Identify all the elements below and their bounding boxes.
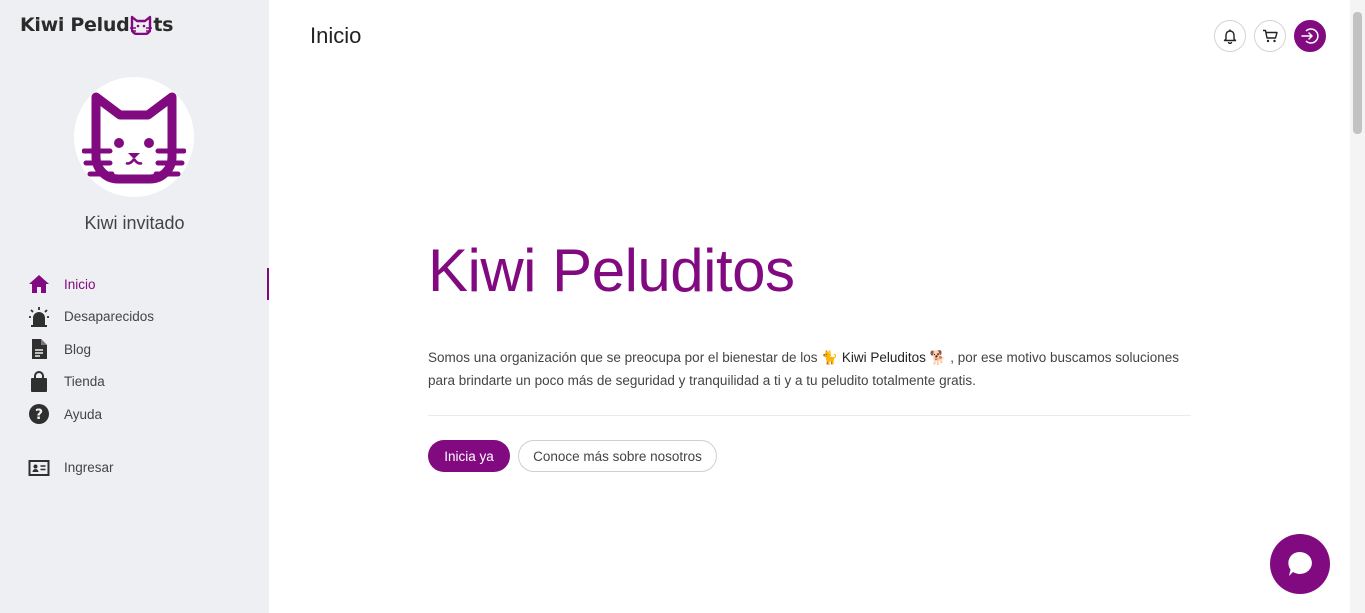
- sidebar: Kiwi Pelud ts Kiwi invitado Inicio Desap…: [0, 0, 269, 613]
- id-card-icon: [28, 457, 50, 479]
- dog-emoji: 🐕: [929, 350, 947, 365]
- sidebar-item-label: Tienda: [64, 374, 105, 390]
- start-button[interactable]: Inicia ya: [428, 440, 510, 472]
- cart-icon: [1263, 29, 1278, 43]
- sidebar-item-label: Desaparecidos: [64, 309, 155, 325]
- home-icon: [28, 273, 50, 295]
- logo-cat-icon: [130, 15, 153, 35]
- help-circle-icon: ?: [28, 403, 50, 425]
- hero-brand-name: Kiwi Peluditos: [838, 350, 930, 365]
- sidebar-item-label: Blog: [64, 341, 92, 357]
- hero-description: Somos una organización que se preocupa p…: [428, 347, 1198, 392]
- logo-text-left: Kiwi Pelud: [20, 14, 130, 36]
- login-button[interactable]: [1294, 20, 1326, 52]
- hero-divider: [428, 415, 1191, 416]
- shopping-bag-icon: [28, 370, 50, 393]
- sidebar-item-label: Inicio: [64, 276, 96, 292]
- sidebar-item-label: Ingresar: [64, 460, 114, 476]
- user-name: Kiwi invitado: [84, 213, 185, 233]
- chat-bubble-icon: [1288, 551, 1312, 576]
- sidebar-item-blog[interactable]: Blog: [0, 333, 269, 366]
- brand-logo[interactable]: Kiwi Pelud ts: [20, 14, 173, 36]
- chat-button[interactable]: [1270, 534, 1330, 594]
- sidebar-item-ayuda[interactable]: ? Ayuda: [0, 398, 269, 431]
- hero-title: Kiwi Peluditos: [428, 237, 795, 304]
- sidebar-item-label: Ayuda: [64, 406, 103, 422]
- sidebar-item-ingresar[interactable]: Ingresar: [0, 452, 269, 485]
- app-root: Kiwi Pelud ts Kiwi invitado Inicio Desap…: [0, 0, 1365, 613]
- cat-emoji: 🐈: [821, 350, 839, 365]
- hero-text-start: Somos una organización que se preocupa p…: [428, 350, 822, 365]
- svg-text:?: ?: [35, 407, 43, 423]
- logo-text-right: ts: [153, 14, 174, 36]
- document-icon: [28, 338, 50, 360]
- about-us-button[interactable]: Conoce más sobre nosotros: [518, 440, 717, 472]
- sidebar-item-desaparecidos[interactable]: Desaparecidos: [0, 301, 269, 334]
- avatar: [74, 77, 194, 197]
- notifications-button[interactable]: [1214, 20, 1246, 52]
- sidebar-nav: Inicio Desaparecidos Blog Tienda ? Ayuda…: [0, 268, 269, 484]
- sidebar-item-tienda[interactable]: Tienda: [0, 366, 269, 399]
- alarm-light-icon: [28, 306, 50, 328]
- logout-icon: [1301, 28, 1319, 44]
- page-title: Inicio: [310, 23, 362, 48]
- sidebar-item-inicio[interactable]: Inicio: [0, 268, 269, 301]
- scrollbar-thumb[interactable]: [1353, 12, 1362, 134]
- cat-face-icon: [82, 92, 186, 184]
- cart-button[interactable]: [1254, 20, 1286, 52]
- bell-icon: [1223, 29, 1237, 44]
